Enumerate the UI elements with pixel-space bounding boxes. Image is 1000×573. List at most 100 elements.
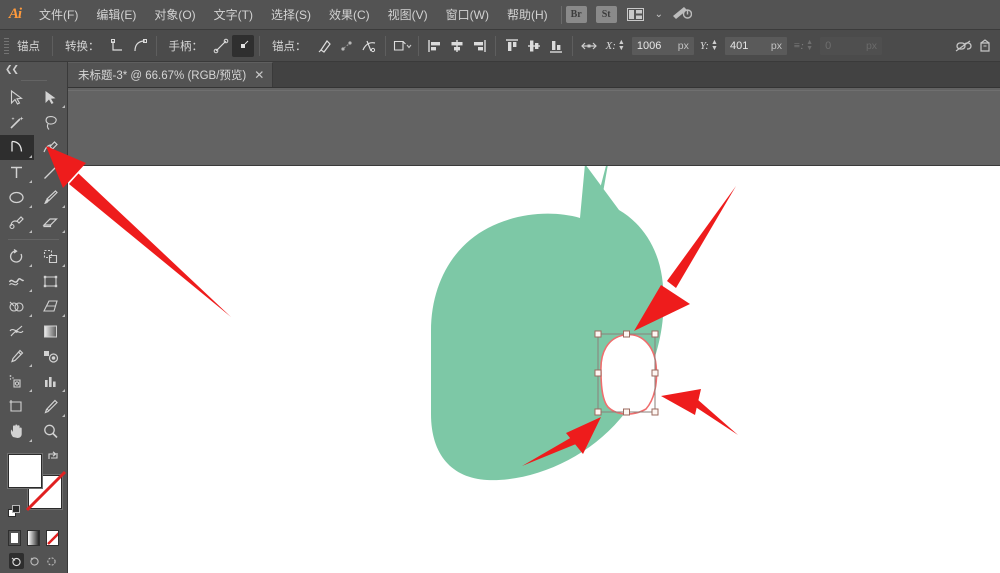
tool-width[interactable] — [0, 269, 34, 294]
align-bottom-icon[interactable] — [545, 35, 567, 57]
submenu-corner — [28, 439, 32, 442]
convert-to-corner-icon[interactable] — [107, 35, 129, 57]
y-coordinate-input[interactable]: 401 px — [724, 36, 787, 55]
collapse-panel-icon[interactable]: ❮❮ — [5, 64, 19, 75]
tool-scale[interactable] — [34, 244, 68, 269]
tool-line-segment[interactable] — [34, 160, 68, 185]
y-unit: px — [770, 39, 782, 52]
document-tab[interactable]: 未标题-3* @ 66.67% (RGB/预览) ✕ — [68, 62, 274, 87]
menu-edit[interactable]: 编辑(E) — [87, 0, 145, 30]
tool-blend[interactable] — [34, 344, 68, 369]
handle-bottom-left[interactable] — [594, 408, 602, 416]
document-tab-bar: 未标题-3* @ 66.67% (RGB/预览) ✕ — [68, 62, 1000, 88]
menu-type[interactable]: 文字(T) — [205, 0, 262, 30]
tool-shape-builder[interactable] — [0, 294, 34, 319]
control-bar-grip[interactable] — [3, 36, 10, 56]
tool-pen[interactable] — [0, 135, 34, 160]
extra-stepper: ▲ ▼ — [806, 38, 814, 52]
selected-white-subpath[interactable] — [600, 333, 658, 415]
illustrator-window: Ai 文件(F) 编辑(E) 对象(O) 文字(T) 选择(S) 效果(C) 视… — [0, 0, 1000, 573]
hide-handles-icon[interactable] — [232, 34, 254, 57]
default-fill-stroke-icon[interactable] — [8, 505, 21, 518]
tools-panel-drag-handle[interactable] — [0, 76, 67, 85]
align-left-icon[interactable] — [424, 35, 446, 57]
extra-field-label: ≡: — [792, 39, 805, 52]
tool-type[interactable] — [0, 160, 34, 185]
tool-magic-wand[interactable] — [0, 110, 34, 135]
tool-mesh[interactable] — [0, 319, 34, 344]
fill-swatch[interactable] — [8, 454, 42, 488]
menu-view[interactable]: 视图(V) — [379, 0, 437, 30]
tool-paintbrush[interactable] — [34, 185, 68, 210]
convert-label: 转换： — [65, 40, 100, 53]
tool-selection[interactable] — [0, 85, 34, 110]
transform-handle-icon[interactable] — [578, 35, 600, 57]
handle-top-right[interactable] — [651, 330, 659, 338]
cut-path-icon[interactable] — [358, 35, 380, 57]
active-tool-label: 锚点 — [17, 40, 40, 53]
x-coordinate-input[interactable]: 1006 px — [631, 36, 694, 55]
handle-middle-right[interactable] — [651, 369, 659, 377]
tool-perspective-grid[interactable] — [34, 294, 68, 319]
tool-hand[interactable] — [0, 419, 34, 444]
tool-direct-selection[interactable] — [34, 85, 68, 110]
menu-help[interactable]: 帮助(H) — [498, 0, 557, 30]
cat-head-body[interactable] — [431, 166, 664, 481]
handle-top-left[interactable] — [594, 330, 602, 338]
more-options-icon[interactable] — [974, 35, 996, 57]
tool-ellipse[interactable] — [0, 185, 34, 210]
connect-anchor-icon[interactable] — [336, 35, 358, 57]
bridge-button[interactable]: Br — [565, 6, 587, 23]
stock-button[interactable]: St — [595, 6, 617, 23]
handle-top-center[interactable] — [623, 330, 630, 338]
show-handles-icon[interactable] — [210, 35, 232, 57]
align-right-icon[interactable] — [468, 35, 490, 57]
tool-curvature[interactable] — [34, 135, 68, 160]
close-icon[interactable]: ✕ — [254, 69, 264, 81]
none-color-button[interactable] — [46, 530, 59, 546]
tool-rotate[interactable] — [0, 244, 34, 269]
menu-object[interactable]: 对象(O) — [145, 0, 204, 30]
tool-column-graph[interactable] — [34, 369, 68, 394]
isolate-selected-icon[interactable] — [391, 35, 413, 57]
tool-symbol-sprayer[interactable] — [0, 369, 34, 394]
chevron-down-icon[interactable]: ⌄ — [655, 9, 663, 20]
submenu-corner — [62, 389, 65, 392]
align-top-icon[interactable] — [501, 35, 523, 57]
tool-zoom[interactable] — [34, 419, 68, 444]
remove-anchor-icon[interactable] — [314, 35, 336, 57]
swap-fill-stroke-icon[interactable] — [47, 450, 59, 462]
menubar-divider — [560, 5, 562, 24]
anchors-label: 锚点： — [272, 40, 307, 53]
menu-select[interactable]: 选择(S) — [262, 0, 320, 30]
rocket-icon[interactable] — [672, 5, 693, 25]
menu-effect[interactable]: 效果(C) — [320, 0, 379, 30]
tool-slice[interactable] — [34, 394, 68, 419]
tool-shaper[interactable] — [0, 210, 34, 235]
convert-to-smooth-icon[interactable] — [129, 35, 151, 57]
x-stepper[interactable]: ▲ ▼ — [616, 39, 627, 52]
tool-eraser[interactable] — [34, 210, 68, 235]
handle-bottom-center[interactable] — [623, 408, 630, 416]
align-middle-vertical-icon[interactable] — [523, 35, 545, 57]
no-break-link-icon[interactable] — [952, 35, 974, 57]
draw-inside-button[interactable] — [44, 553, 59, 569]
artboard-canvas[interactable] — [68, 166, 1000, 573]
tool-free-transform[interactable] — [34, 269, 68, 294]
gradient-button[interactable] — [27, 530, 40, 546]
solid-color-button[interactable] — [8, 530, 21, 546]
y-stepper[interactable]: ▲ ▼ — [709, 39, 720, 52]
tool-eyedropper[interactable] — [0, 344, 34, 369]
menu-window[interactable]: 窗口(W) — [437, 0, 498, 30]
align-center-horizontal-icon[interactable] — [446, 35, 468, 57]
handle-middle-left[interactable] — [594, 369, 602, 377]
tool-gradient[interactable] — [34, 319, 68, 344]
handle-bottom-right[interactable] — [651, 408, 659, 416]
menu-file[interactable]: 文件(F) — [30, 0, 87, 30]
tool-artboard[interactable] — [0, 394, 34, 419]
draw-behind-button[interactable] — [27, 553, 42, 569]
tool-lasso[interactable] — [34, 110, 68, 135]
workspace-grid-icon[interactable] — [626, 7, 646, 22]
drawing-mode-buttons — [9, 553, 59, 569]
draw-normal-button[interactable] — [9, 553, 24, 569]
